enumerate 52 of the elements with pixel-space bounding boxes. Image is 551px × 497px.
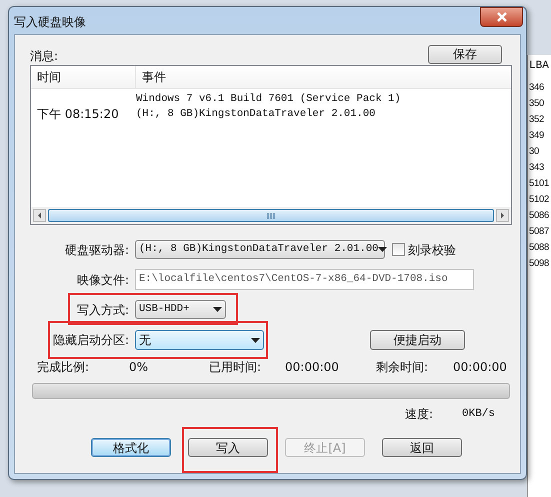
hidden-partition-label: 隐藏启动分区: bbox=[52, 332, 129, 349]
dialog-button[interactable]: 返回 bbox=[382, 438, 462, 457]
scroll-left-icon[interactable] bbox=[33, 209, 46, 222]
scroll-thumb[interactable] bbox=[48, 209, 494, 222]
dropdown-caret-icon bbox=[213, 307, 222, 312]
list-value: 352 bbox=[529, 113, 545, 127]
progress-value: 0% bbox=[129, 359, 150, 376]
list-value: 5088 bbox=[529, 241, 550, 255]
image-file-field[interactable]: E:\localfile\centos7\CentOS-7-x86_64-DVD-1708.iso bbox=[135, 269, 474, 290]
list-value: 346 bbox=[529, 81, 545, 95]
speed-value: 0KB/s bbox=[462, 406, 496, 422]
list-value: 349 bbox=[529, 129, 545, 143]
dialog-button[interactable]: 写入 bbox=[188, 438, 268, 457]
remaining-label: 剩余时间: bbox=[376, 359, 430, 376]
verify-label: 刻录校验 bbox=[408, 242, 456, 258]
drive-label: 硬盘驱动器: bbox=[64, 242, 129, 258]
horizontal-scrollbar[interactable] bbox=[31, 207, 511, 224]
dropdown-caret-icon bbox=[378, 247, 388, 252]
image-file-label: 映像文件: bbox=[76, 272, 129, 288]
list-value: 5086 bbox=[529, 209, 550, 223]
remaining-value: 00:00:00 bbox=[453, 359, 507, 376]
elapsed-value: 00:00:00 bbox=[285, 359, 340, 376]
event-line: (H:, 8 GB)KingstonDataTraveler 2.01.00 bbox=[136, 107, 376, 122]
window-title: 写入硬盘映像 bbox=[14, 14, 86, 30]
progress-label: 完成比例: bbox=[37, 359, 90, 376]
write-mode-label: 写入方式: bbox=[76, 302, 129, 318]
list-value: 30 bbox=[529, 145, 540, 159]
speed-label: 速度: bbox=[405, 406, 434, 423]
write-mode-select[interactable]: USB-HDD+ bbox=[135, 300, 226, 319]
drive-select[interactable]: (H:, 8 GB)KingstonDataTraveler 2.01.00 bbox=[135, 240, 385, 259]
list-value: 5098 bbox=[529, 257, 550, 271]
column-header: 事件 bbox=[141, 69, 167, 86]
scroll-right-icon[interactable] bbox=[496, 209, 509, 222]
column-header: LBA bbox=[529, 59, 550, 74]
column-header: 时间 bbox=[31, 66, 136, 88]
list-value: 5101 bbox=[529, 177, 550, 191]
close-button[interactable] bbox=[480, 7, 523, 27]
messages-label: 消息: bbox=[30, 48, 58, 65]
verify-checkbox[interactable] bbox=[392, 243, 405, 256]
elapsed-label: 已用时间: bbox=[209, 359, 262, 376]
list-value: 350 bbox=[529, 97, 545, 111]
list-value: 5087 bbox=[529, 225, 550, 239]
list-value: 343 bbox=[529, 161, 545, 175]
event-line: Windows 7 v6.1 Build 7601 (Service Pack 1) bbox=[136, 92, 401, 107]
dialog-button[interactable]: 格式化 bbox=[91, 438, 171, 457]
hidden-partition-select[interactable]: 无 bbox=[135, 330, 264, 350]
quick-boot-button[interactable]: 便捷启动 bbox=[370, 330, 465, 350]
list-value: 5102 bbox=[529, 193, 550, 207]
close-icon bbox=[496, 12, 506, 22]
time-cell-text: 下午 08:15:20 bbox=[36, 106, 120, 123]
dropdown-caret-icon bbox=[251, 338, 260, 342]
save-button[interactable]: 保存 bbox=[428, 44, 502, 64]
